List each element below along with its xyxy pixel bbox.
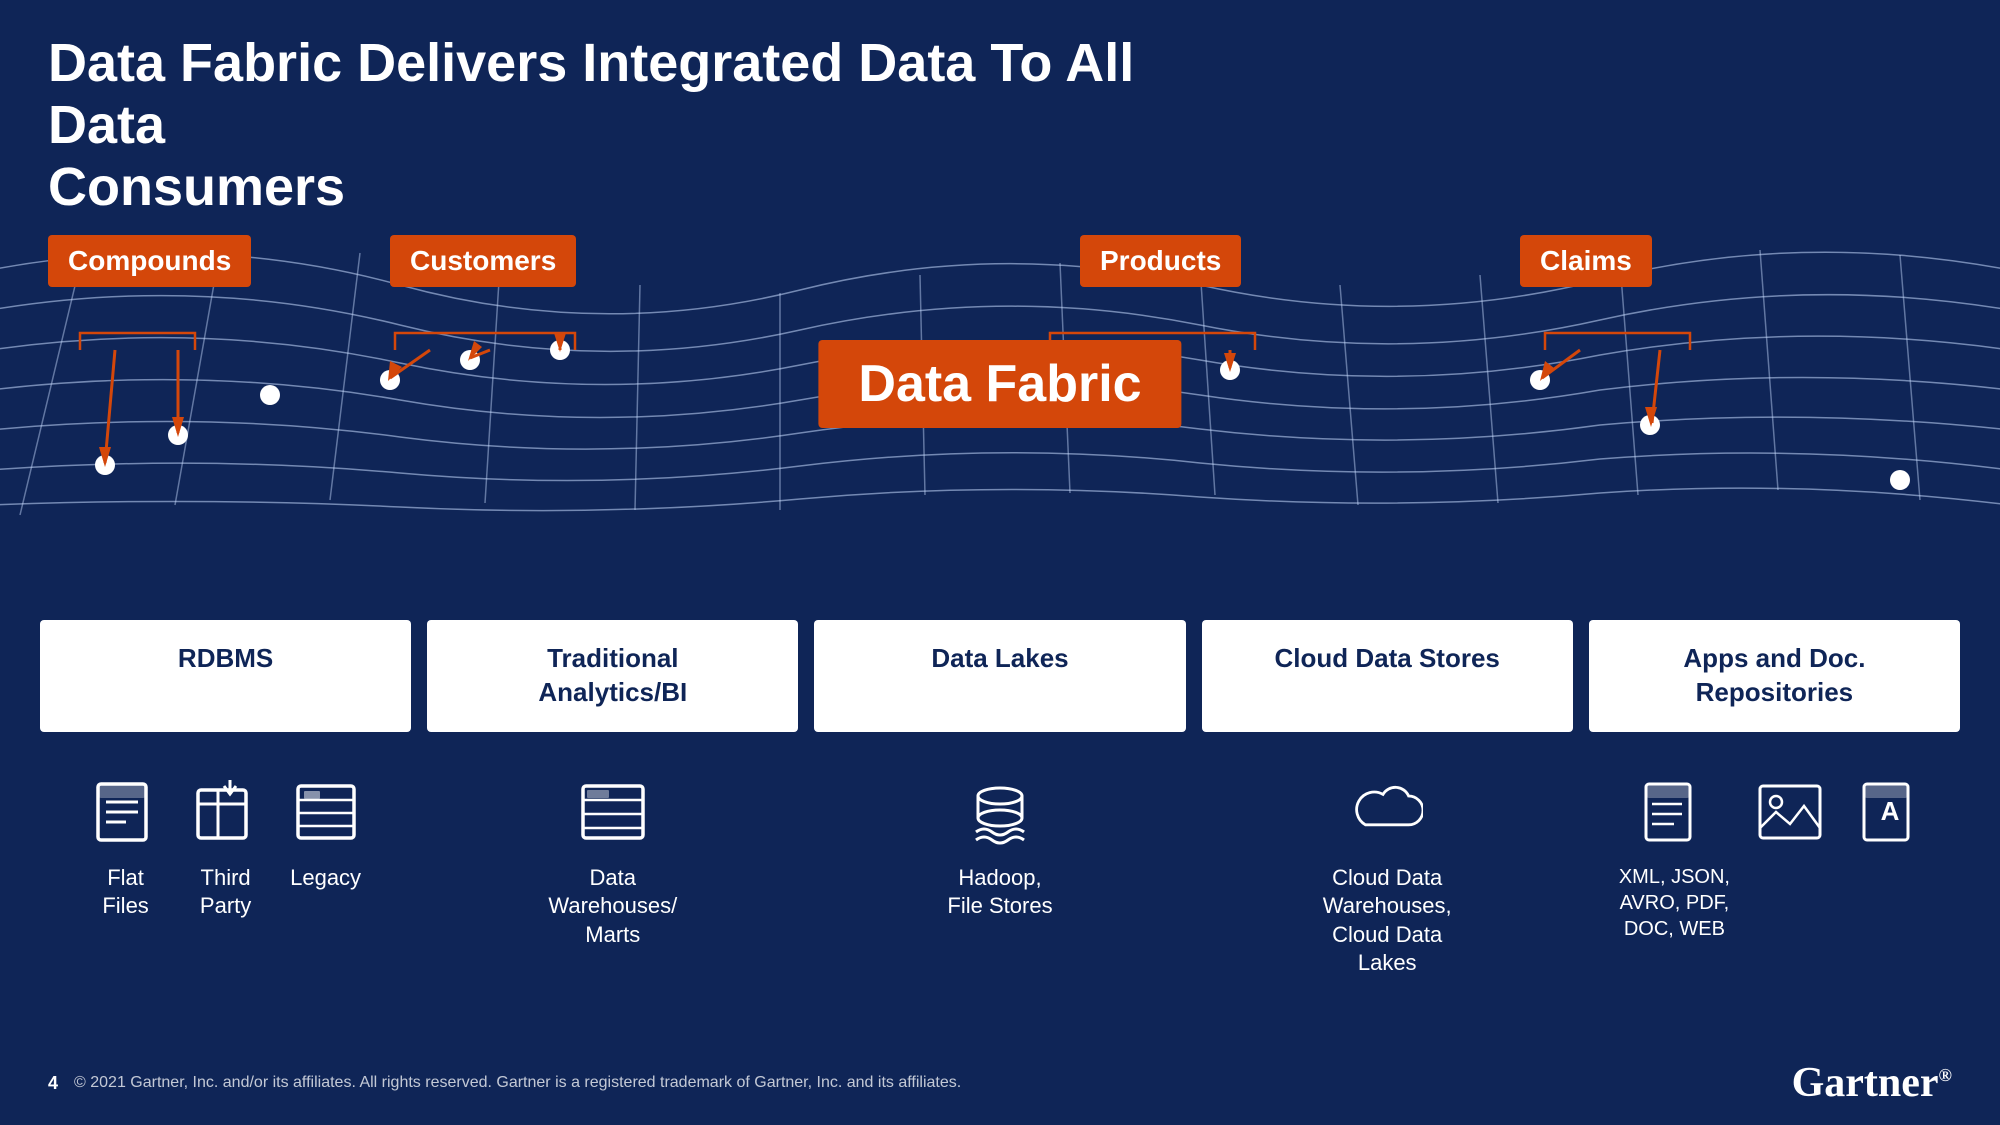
analytics-items: DataWarehouses/Marts xyxy=(427,772,798,978)
image-icon xyxy=(1750,772,1830,852)
datalakes-items: Hadoop,File Stores xyxy=(814,772,1185,978)
fabric-visualization: Compounds Customers Data Fabric Products… xyxy=(0,185,2000,605)
category-rdbms: RDBMS xyxy=(40,620,411,732)
title-line1: Data Fabric Delivers Integrated Data To … xyxy=(48,33,1134,155)
gartner-logo: Gartner® xyxy=(1792,1059,1952,1107)
category-cloud: Cloud Data Stores xyxy=(1202,620,1573,732)
apps-items: XML, JSON,AVRO, PDF,DOC, WEB xyxy=(1589,772,1960,978)
claims-badge: Claims xyxy=(1520,235,1652,287)
category-datalakes: Data Lakes xyxy=(814,620,1185,732)
item-xml: XML, JSON,AVRO, PDF,DOC, WEB xyxy=(1619,772,1730,942)
items-row: FlatFiles ThirdParty xyxy=(40,772,1960,978)
compounds-badge: Compounds xyxy=(48,235,251,287)
cloud-items: Cloud DataWarehouses,Cloud DataLakes xyxy=(1202,772,1573,978)
data-warehouses-label: DataWarehouses/Marts xyxy=(548,864,677,950)
rdbms-items: FlatFiles ThirdParty xyxy=(40,772,411,978)
flat-files-label: FlatFiles xyxy=(102,864,148,921)
flat-files-icon xyxy=(86,772,166,852)
item-legacy: Legacy xyxy=(286,772,366,893)
categories-row: RDBMS TraditionalAnalytics/BI Data Lakes… xyxy=(40,620,1960,732)
item-textdoc: A xyxy=(1850,772,1930,864)
brand-name: Gartner xyxy=(1792,1060,1939,1106)
legacy-label: Legacy xyxy=(290,864,361,893)
hadoop-icon xyxy=(960,772,1040,852)
datafabric-badge: Data Fabric xyxy=(818,340,1181,428)
data-warehouses-icon xyxy=(573,772,653,852)
item-cloud: Cloud DataWarehouses,Cloud DataLakes xyxy=(1323,772,1452,978)
legacy-icon xyxy=(286,772,366,852)
item-image xyxy=(1750,772,1830,864)
item-third-party: ThirdParty xyxy=(186,772,266,921)
footer-left: 4 © 2021 Gartner, Inc. and/or its affili… xyxy=(48,1073,961,1094)
third-party-icon xyxy=(186,772,266,852)
bottom-section: RDBMS TraditionalAnalytics/BI Data Lakes… xyxy=(0,620,2000,978)
cloud-icon xyxy=(1347,772,1427,852)
xml-label: XML, JSON,AVRO, PDF,DOC, WEB xyxy=(1619,864,1730,942)
products-badge: Products xyxy=(1080,235,1241,287)
third-party-label: ThirdParty xyxy=(200,864,251,921)
customers-badge: Customers xyxy=(390,235,576,287)
xml-icon xyxy=(1634,772,1714,852)
category-analytics: TraditionalAnalytics/BI xyxy=(427,620,798,732)
item-hadoop: Hadoop,File Stores xyxy=(947,772,1052,921)
cloud-label: Cloud DataWarehouses,Cloud DataLakes xyxy=(1323,864,1452,978)
hadoop-label: Hadoop,File Stores xyxy=(947,864,1052,921)
category-apps: Apps and Doc.Repositories xyxy=(1589,620,1960,732)
item-flat-files: FlatFiles xyxy=(86,772,166,921)
page-number: 4 xyxy=(48,1073,58,1094)
copyright-text: © 2021 Gartner, Inc. and/or its affiliat… xyxy=(74,1074,961,1092)
item-data-warehouses: DataWarehouses/Marts xyxy=(548,772,677,950)
svg-text:A: A xyxy=(1881,796,1900,826)
textdoc-icon: A xyxy=(1850,772,1930,852)
footer: 4 © 2021 Gartner, Inc. and/or its affili… xyxy=(48,1059,1952,1107)
